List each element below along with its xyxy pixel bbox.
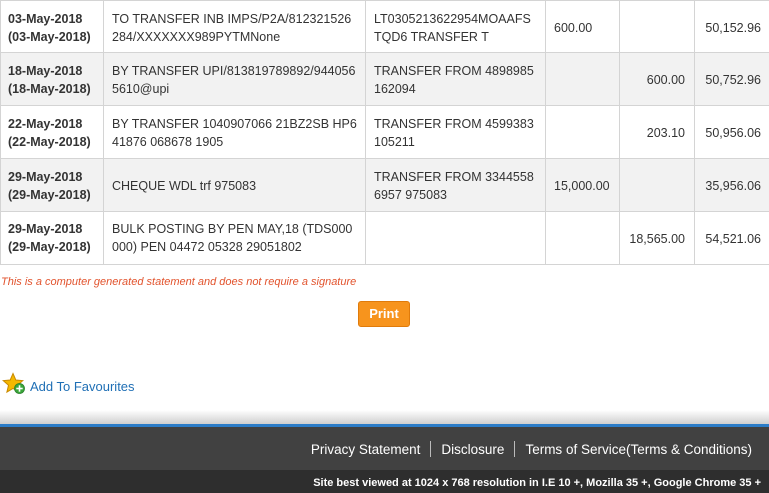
site-footer: Privacy Statement Disclosure Terms of Se… xyxy=(0,424,769,493)
credit-cell: 600.00 xyxy=(619,52,695,106)
footer-links: Privacy Statement Disclosure Terms of Se… xyxy=(311,441,752,457)
debit-cell: 600.00 xyxy=(545,0,620,53)
transaction-table: 03-May-2018 (03-May-2018) TO TRANSFER INB… xyxy=(0,0,769,265)
narration-cell: BY TRANSFER UPI/813819789892/9440565610@… xyxy=(103,52,366,106)
date-cell: 18-May-2018 (18-May-2018) xyxy=(0,52,104,106)
balance-cell: 50,152.96 xyxy=(694,0,769,53)
balance-cell: 50,752.96 xyxy=(694,52,769,106)
narration-cell: BY TRANSFER 1040907066 21BZ2SB HP641876 … xyxy=(103,105,366,159)
add-to-favourites-link[interactable]: Add To Favourites xyxy=(30,379,135,394)
browser-compatibility-note: Site best viewed at 1024 x 768 resolutio… xyxy=(313,477,761,489)
print-button[interactable]: Print xyxy=(358,301,410,327)
credit-cell: 18,565.00 xyxy=(619,211,695,265)
narration-cell: BULK POSTING BY PEN MAY,18 (TDS000000) P… xyxy=(103,211,366,265)
date-cell: 22-May-2018 (22-May-2018) xyxy=(0,105,104,159)
table-row: 29-May-2018 (29-May-2018) BULK POSTING BY… xyxy=(0,211,769,265)
footer-divider xyxy=(514,441,516,457)
star-plus-icon xyxy=(1,371,26,401)
debit-cell xyxy=(545,105,620,159)
add-to-favourites[interactable]: Add To Favourites xyxy=(1,371,135,401)
narration-cell: CHEQUE WDL trf 975083 xyxy=(103,158,366,212)
table-row: 03-May-2018 (03-May-2018) TO TRANSFER INB… xyxy=(0,0,769,53)
reference-cell: TRANSFER FROM 33445586957 975083 xyxy=(365,158,546,212)
privacy-statement-link[interactable]: Privacy Statement xyxy=(311,442,421,457)
balance-cell: 35,956.06 xyxy=(694,158,769,212)
table-row: 18-May-2018 (18-May-2018) BY TRANSFER UPI… xyxy=(0,52,769,106)
disclosure-link[interactable]: Disclosure xyxy=(441,442,504,457)
narration-cell: TO TRANSFER INB IMPS/P2A/812321526284/XX… xyxy=(103,0,366,53)
footer-divider xyxy=(430,441,432,457)
debit-cell xyxy=(545,52,620,106)
terms-of-service-link[interactable]: Terms of Service(Terms & Conditions) xyxy=(525,442,752,457)
footer-shadow xyxy=(0,410,769,424)
credit-cell xyxy=(619,0,695,53)
date-cell: 03-May-2018 (03-May-2018) xyxy=(0,0,104,53)
credit-cell xyxy=(619,158,695,212)
reference-cell: LT0305213622954MOAAFSTQD6 TRANSFER T xyxy=(365,0,546,53)
debit-cell xyxy=(545,211,620,265)
date-cell: 29-May-2018 (29-May-2018) xyxy=(0,211,104,265)
balance-cell: 54,521.06 xyxy=(694,211,769,265)
credit-cell: 203.10 xyxy=(619,105,695,159)
debit-cell: 15,000.00 xyxy=(545,158,620,212)
reference-cell: TRANSFER FROM 4898985162094 xyxy=(365,52,546,106)
balance-cell: 50,956.06 xyxy=(694,105,769,159)
reference-cell xyxy=(365,211,546,265)
footer-bottom-bar: Site best viewed at 1024 x 768 resolutio… xyxy=(0,470,769,493)
date-cell: 29-May-2018 (29-May-2018) xyxy=(0,158,104,212)
reference-cell: TRANSFER FROM 4599383105211 xyxy=(365,105,546,159)
table-row: 22-May-2018 (22-May-2018) BY TRANSFER 104… xyxy=(0,105,769,159)
table-row: 29-May-2018 (29-May-2018) CHEQUE WDL trf … xyxy=(0,158,769,212)
statement-disclaimer: This is a computer generated statement a… xyxy=(1,276,357,288)
